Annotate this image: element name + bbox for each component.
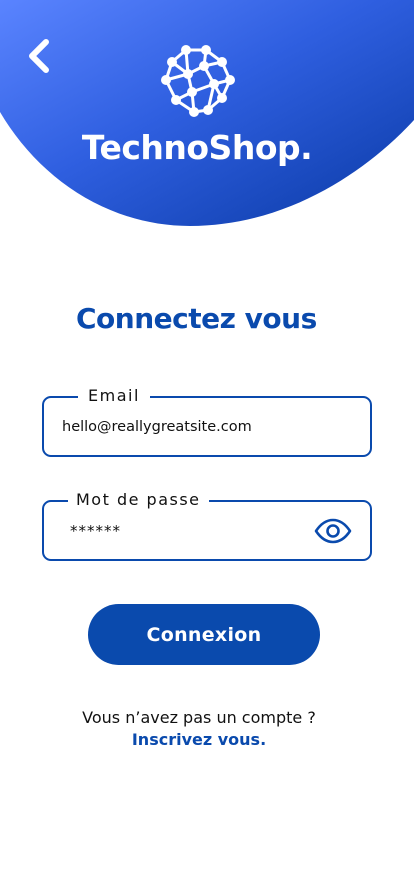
chevron-left-icon[interactable] [22,36,58,76]
page-title: Connectez vous [76,302,317,335]
signup-link[interactable]: Inscrivez vous. [0,730,398,749]
network-globe-icon [161,45,235,117]
header-wave-background [0,0,414,226]
brand-name: TechnoShop. [81,128,313,167]
no-account-text: Vous n’avez pas un compte ? [82,708,316,727]
email-field: Email [42,386,372,457]
login-button[interactable]: Connexion [88,604,320,665]
eye-icon[interactable] [314,518,352,544]
password-input[interactable] [70,502,320,559]
password-field: Mot de passe [42,490,372,561]
email-input[interactable] [62,398,312,455]
header-banner: TechnoShop. [0,0,414,240]
